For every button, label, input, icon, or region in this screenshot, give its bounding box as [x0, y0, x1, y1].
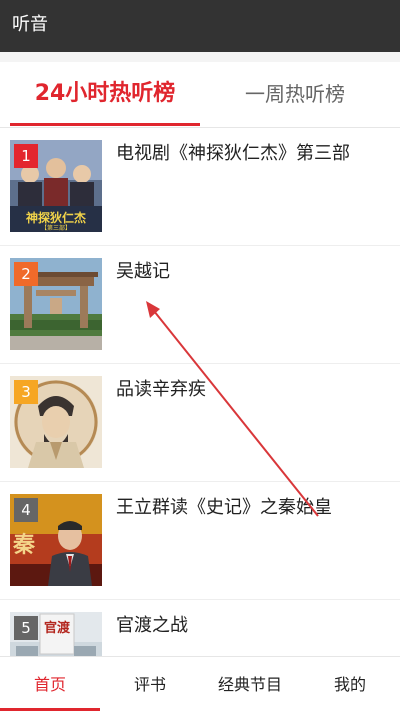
cover-image: 3 — [10, 376, 102, 468]
item-title: 王立群读《史记》之秦始皇 — [116, 497, 332, 518]
cover-caption: 秦 — [12, 532, 36, 558]
title-bar: 听音 — [0, 0, 400, 52]
item-title: 品读辛弃疾 — [116, 379, 206, 400]
app-screen: 听音 24小时热听榜 一周热听榜 神探狄仁杰 【第三部】 1 电视剧《神探狄仁杰… — [0, 0, 400, 711]
nav-home[interactable]: 首页 — [0, 657, 100, 711]
item-title: 电视剧《神探狄仁杰》第三部 — [116, 143, 350, 164]
cover-caption: 官渡 — [44, 620, 71, 636]
item-title: 吴越记 — [116, 261, 170, 282]
rank-badge: 3 — [14, 380, 38, 404]
nav-pingshu[interactable]: 评书 — [100, 657, 200, 711]
nav-classic-programs[interactable]: 经典节目 — [200, 657, 300, 711]
cover-image: 神探狄仁杰 【第三部】 1 — [10, 140, 102, 232]
rank-badge: 4 — [14, 498, 38, 522]
item-title: 官渡之战 — [116, 615, 188, 636]
cover-image: 官渡 5 — [10, 612, 102, 656]
nav-mine[interactable]: 我的 — [300, 657, 400, 711]
cover-image: 秦 4 — [10, 494, 102, 586]
tab-weekly-hot[interactable]: 一周热听榜 — [200, 78, 390, 110]
bottom-navigation: 首页 评书 经典节目 我的 — [0, 656, 400, 711]
active-tab-indicator — [10, 123, 200, 126]
list-item[interactable]: 2 吴越记 — [0, 246, 400, 364]
rank-badge: 1 — [14, 144, 38, 168]
list-item[interactable]: 3 品读辛弃疾 — [0, 364, 400, 482]
ranking-tabs: 24小时热听榜 一周热听榜 — [0, 62, 400, 128]
rank-badge: 5 — [14, 616, 38, 640]
divider — [0, 52, 400, 62]
cover-caption: 神探狄仁杰 — [26, 210, 86, 225]
list-item[interactable]: 神探狄仁杰 【第三部】 1 电视剧《神探狄仁杰》第三部 — [0, 128, 400, 246]
list-item[interactable]: 官渡 5 官渡之战 — [0, 600, 400, 656]
tab-24h-hot[interactable]: 24小时热听榜 — [10, 78, 200, 110]
rank-badge: 2 — [14, 262, 38, 286]
ranking-list: 神探狄仁杰 【第三部】 1 电视剧《神探狄仁杰》第三部 2 吴越记 3 品读辛弃… — [0, 128, 400, 656]
cover-image: 2 — [10, 258, 102, 350]
app-title: 听音 — [12, 14, 48, 35]
cover-subcaption: 【第三部】 — [41, 224, 71, 232]
list-item[interactable]: 秦 4 王立群读《史记》之秦始皇 — [0, 482, 400, 600]
